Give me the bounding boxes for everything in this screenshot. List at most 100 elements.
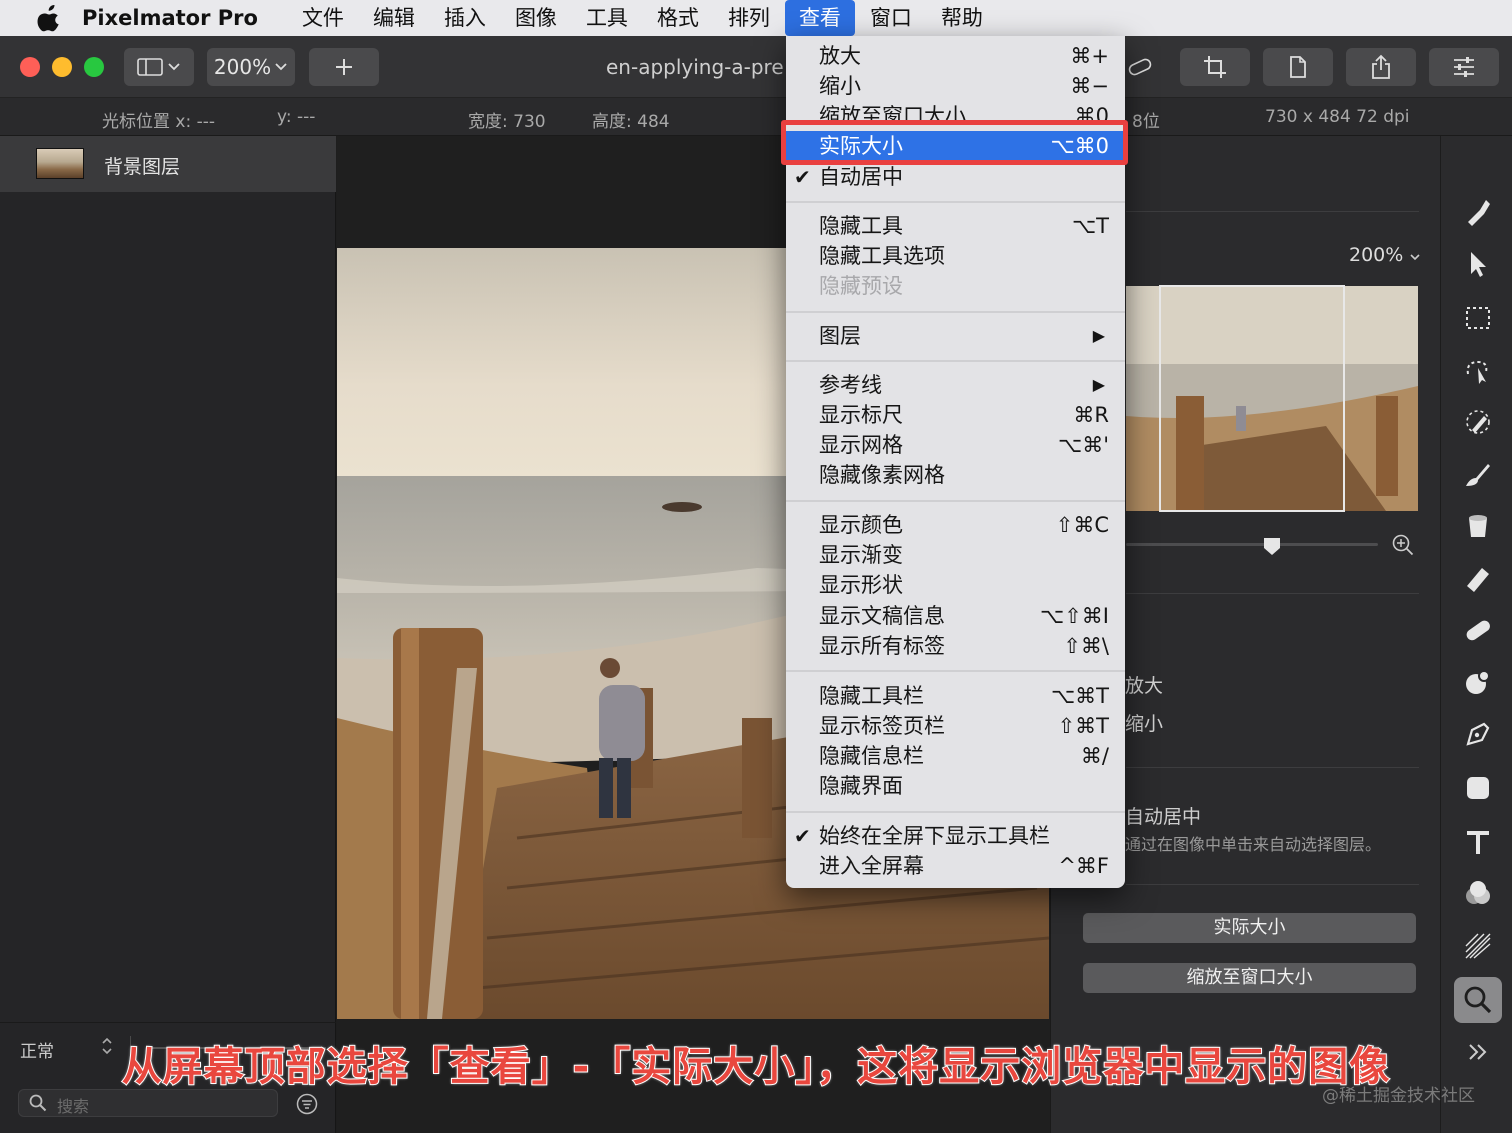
navigator-viewport-frame[interactable] [1159, 285, 1345, 512]
menu-item-hide-pixel-grid[interactable]: 隐藏像素网格 [786, 460, 1125, 490]
annotation-highlight-box [781, 120, 1128, 165]
bit-depth-readout: 8位 [1132, 112, 1160, 132]
chevron-down-icon [275, 63, 287, 71]
arrange-tool-icon[interactable] [1462, 248, 1494, 280]
zoom-value: 200% [213, 55, 272, 79]
menu-item-hide-info-bar[interactable]: 隐藏信息栏 ⌘/ [786, 741, 1125, 771]
menu-item-hide-toolbar[interactable]: 隐藏工具栏 ⌥⌘T [786, 681, 1125, 711]
document-button[interactable] [1263, 48, 1333, 86]
menu-image[interactable]: 图像 [501, 0, 571, 36]
zoom-window-button[interactable] [84, 57, 104, 77]
layer-row[interactable]: 背景图层 [0, 136, 336, 192]
menu-item-show-shapes[interactable]: 显示形状 [786, 570, 1125, 600]
effects-tool-icon[interactable] [1462, 930, 1494, 962]
menu-help[interactable]: 帮助 [927, 0, 997, 36]
color-picker-tool-icon[interactable] [1462, 406, 1494, 438]
layer-search-field[interactable]: 搜索 [18, 1089, 278, 1117]
height-readout: 高度: 484 [592, 112, 670, 132]
menu-item-show-doc-info[interactable]: 显示文稿信息 ⌥⇧⌘I [786, 601, 1125, 631]
paint-tool-icon[interactable] [1462, 458, 1494, 490]
type-tool-icon[interactable] [1462, 826, 1494, 858]
zoom-tool-icon[interactable] [1462, 984, 1494, 1016]
navigator-zoom-select[interactable]: 200% [1349, 244, 1421, 266]
menu-format[interactable]: 格式 [643, 0, 713, 36]
menu-item-zoom-out[interactable]: 缩小 ⌘− [786, 71, 1125, 101]
navigator-zoom-slider[interactable] [1126, 543, 1378, 546]
document-title: en-applying-a-pre [606, 55, 784, 79]
crop-icon [1204, 56, 1226, 78]
zoom-in-icon[interactable] [1392, 534, 1414, 556]
crop-button[interactable] [1180, 48, 1250, 86]
menu-item-show-gradients[interactable]: 显示渐变 [786, 540, 1125, 570]
menu-separator [786, 811, 1125, 813]
tutorial-caption: 从屏幕顶部选择「查看」-「实际大小」，这将显示浏览器中显示的图像 [121, 1043, 1391, 1091]
close-window-button[interactable] [20, 57, 40, 77]
menu-item-hide-interface[interactable]: 隐藏界面 [786, 771, 1125, 801]
minimize-window-button[interactable] [52, 57, 72, 77]
menu-item-always-show-toolbar[interactable]: ✔ 始终在全屏下显示工具栏 [786, 821, 1125, 851]
zoom-select[interactable]: 200% [207, 48, 295, 86]
fill-tool-icon[interactable] [1462, 510, 1494, 542]
cursor-y-readout: y: --- [277, 107, 316, 127]
menu-item-hide-presets: 隐藏预设 [819, 274, 903, 298]
menu-item-show-colors[interactable]: 显示颜色 ⇧⌘C [786, 510, 1125, 540]
erase-tool-icon[interactable] [1462, 562, 1494, 594]
filter-icon[interactable] [296, 1093, 318, 1115]
sidebar-icon [137, 58, 180, 76]
menu-insert[interactable]: 插入 [430, 0, 500, 36]
fit-to-window-button[interactable]: 缩放至窗口大小 [1083, 963, 1416, 993]
menu-item-hide-tools[interactable]: 隐藏工具 ⌥T [786, 211, 1125, 241]
menu-item-guides[interactable]: 参考线 ▶ [786, 370, 1125, 400]
divider [1126, 593, 1419, 594]
menu-edit[interactable]: 编辑 [359, 0, 429, 36]
menu-item-hide-tool-options[interactable]: 隐藏工具选项 [786, 241, 1125, 271]
zoom-out-option[interactable]: 缩小 [1125, 709, 1163, 736]
shape-tool-icon[interactable] [1462, 772, 1494, 804]
menu-tools[interactable]: 工具 [572, 0, 642, 36]
auto-center-title[interactable]: 自动居中 [1125, 802, 1201, 829]
slider-knob[interactable] [1262, 536, 1282, 556]
navigator-zoom-value: 200% [1349, 244, 1404, 266]
chevron-down-icon [1410, 254, 1420, 261]
submenu-arrow-icon: ▶ [1092, 375, 1105, 394]
actual-size-button[interactable]: 实际大小 [1083, 913, 1416, 943]
zoom-in-option[interactable]: 放大 [1125, 671, 1163, 698]
color-adjust-tool-icon[interactable] [1462, 878, 1494, 910]
menu-window[interactable]: 窗口 [856, 0, 926, 36]
menu-item-layers[interactable]: 图层 ▶ [786, 321, 1125, 351]
adjustments-button[interactable] [1429, 48, 1499, 86]
menu-item-show-tab-bar[interactable]: 显示标签页栏 ⇧⌘T [786, 711, 1125, 741]
menu-separator [786, 670, 1125, 672]
share-icon [1372, 54, 1390, 79]
menu-item-show-all-labels[interactable]: 显示所有标签 ⇧⌘\ [786, 631, 1125, 661]
menu-item-enter-full-screen[interactable]: 进入全屏幕 ^⌘F [786, 851, 1125, 881]
menu-arrange[interactable]: 排列 [714, 0, 784, 36]
menu-bar: Pixelmator Pro 文件 编辑 插入 图像 工具 格式 排列 查看 窗… [0, 0, 1512, 36]
menu-item-auto-center[interactable]: ✔ 自动居中 [786, 162, 1125, 192]
menu-file[interactable]: 文件 [288, 0, 358, 36]
width-readout: 宽度: 730 [468, 112, 546, 132]
selection-tool-icon[interactable] [1462, 302, 1494, 334]
pen-tool-icon[interactable] [1462, 718, 1494, 750]
app-name[interactable]: Pixelmator Pro [82, 6, 258, 30]
menu-view[interactable]: 查看 [784, 0, 855, 36]
quick-selection-tool-icon[interactable] [1462, 354, 1494, 386]
auto-center-hint: 通过在图像中单击来自动选择图层。 [1125, 835, 1382, 854]
menu-item-show-rulers[interactable]: 显示标尺 ⌘R [786, 400, 1125, 430]
menu-item-show-grid[interactable]: 显示网格 ⌥⌘' [786, 430, 1125, 460]
menu-item-zoom-in[interactable]: 放大 ⌘+ [786, 41, 1125, 71]
menu-separator [786, 500, 1125, 502]
watermark: @稀土掘金技术社区 [1322, 1086, 1475, 1106]
sidebar-toggle-button[interactable] [124, 48, 194, 86]
share-button[interactable] [1346, 48, 1416, 86]
retouch-toolbar-button[interactable] [1125, 48, 1155, 86]
sliders-icon [1454, 57, 1474, 77]
divider [1126, 884, 1419, 885]
distort-tool-icon[interactable] [1462, 666, 1494, 698]
search-icon [29, 1094, 47, 1112]
add-button[interactable] [309, 48, 379, 86]
retouch-tool-icon[interactable] [1462, 614, 1494, 646]
style-tool-icon[interactable] [1462, 196, 1494, 228]
apple-icon[interactable] [30, 4, 70, 32]
menu-item-zoom-to-fit[interactable]: 缩放至窗口大小 ⌘0 [786, 101, 1125, 121]
